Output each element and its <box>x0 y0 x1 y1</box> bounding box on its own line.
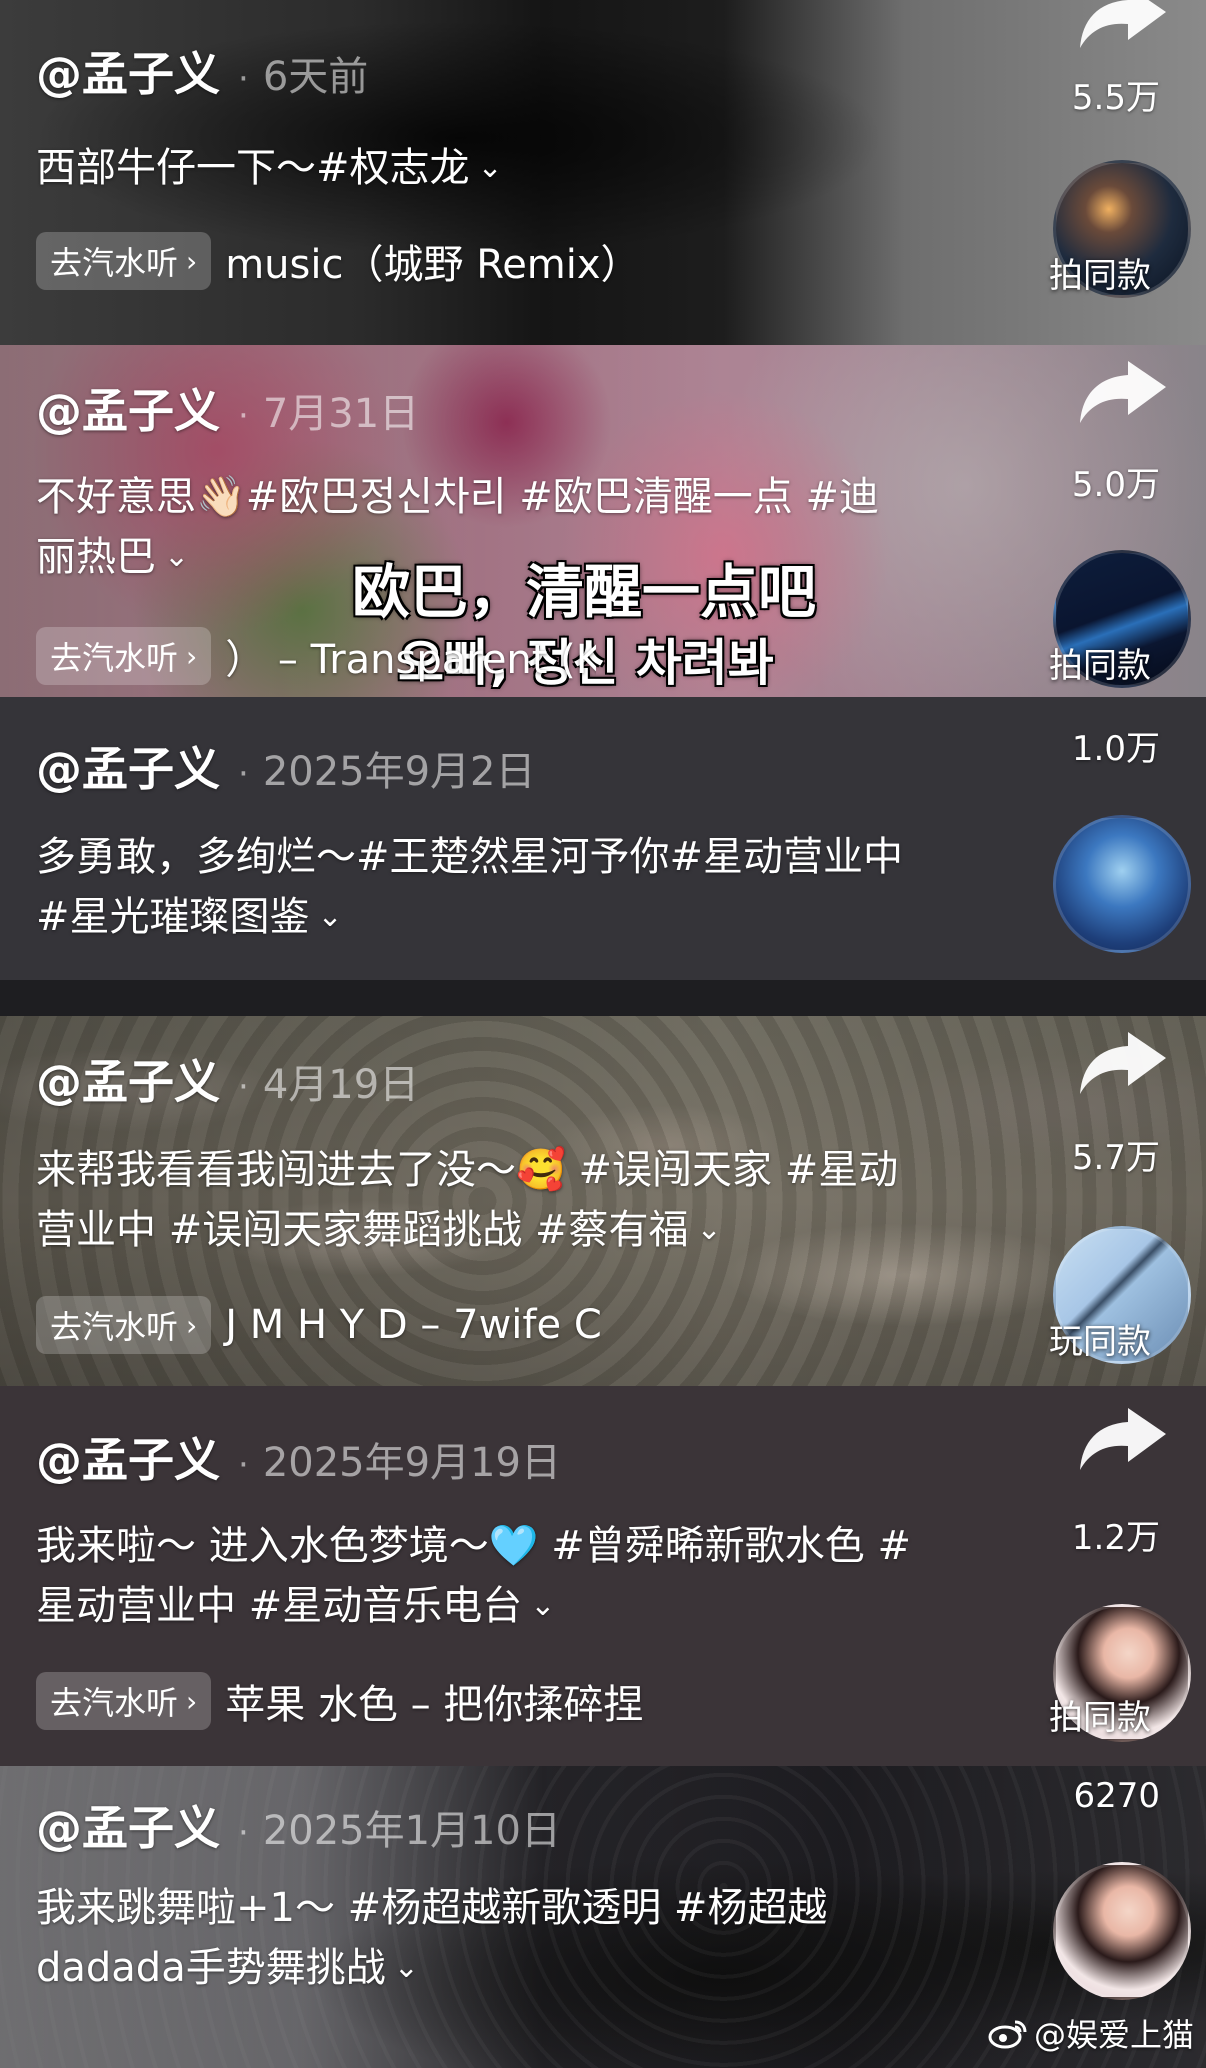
separator-dot: · <box>238 1067 249 1107</box>
post-header: @孟子义 · 2025年9月2日 <box>36 733 536 799</box>
music-thumbnail[interactable] <box>1053 1862 1191 2000</box>
post-caption[interactable]: 西部牛仔一下～#权志龙 ⌄ <box>36 138 916 198</box>
listen-button-label: 去汽水听 <box>50 1684 179 1722</box>
play-same-button[interactable]: 玩同款 <box>1020 1314 1180 1363</box>
post-caption[interactable]: 我来啦～ 进入水色梦境～🩵 #曾舜晞新歌水色 #星动营业中 #星动音乐电台 ⌄ <box>36 1516 916 1636</box>
post-card-2[interactable]: @孟子义 · 2025年9月2日 多勇敢，多绚烂～#王楚然星河予你#星动营业中#… <box>0 697 1206 980</box>
caption-text: 我来啦～ 进入水色梦境～🩵 #曾舜晞新歌水色 #星动营业中 #星动音乐电台 <box>36 1523 911 1629</box>
caption-text: 西部牛仔一下～#权志龙 <box>36 145 470 191</box>
make-same-button[interactable]: 拍同款 <box>1020 1690 1180 1739</box>
post-date: 2025年9月2日 <box>262 749 536 795</box>
music-row: 去汽水听 › music（城野 Remix） <box>36 232 756 290</box>
listen-button-label: 去汽水听 <box>50 244 179 282</box>
music-row: 去汽水听 › 苹果 水色 – 把你揉碎捏 <box>36 1672 756 1730</box>
listen-button-label: 去汽水听 <box>50 639 179 677</box>
post-date: 7月31日 <box>262 391 420 437</box>
music-title[interactable]: 苹果 水色 – 把你揉碎捏 <box>225 1672 643 1730</box>
caption-text: 来帮我看看我闯进去了没～🥰 #误闯天家 #星动营业中 #误闯天家舞蹈挑战 #蔡有… <box>36 1147 899 1253</box>
music-title[interactable]: ） – Transparent (Ko <box>225 627 596 685</box>
chevron-right-icon: › <box>186 1684 198 1718</box>
listen-on-qishui-button[interactable]: 去汽水听 › <box>36 1296 212 1354</box>
post-caption[interactable]: 多勇敢，多绚烂～#王楚然星河予你#星动营业中#星光璀璨图鉴 ⌄ <box>36 827 916 947</box>
weibo-logo-icon <box>988 2020 1027 2049</box>
post-date: 2025年9月19日 <box>262 1440 561 1486</box>
separator-dot: · <box>238 59 249 99</box>
video-subtitle-chinese: 欧巴，清醒一点吧 <box>352 558 817 626</box>
post-date: 4月19日 <box>262 1062 420 1108</box>
post-card-1[interactable]: @孟子义 · 7月31日 不好意思👋🏻#欧巴정신차리 #欧巴清醒一点 #迪丽热巴… <box>0 345 1206 697</box>
post-separator <box>0 980 1206 1016</box>
username[interactable]: @孟子义 <box>36 733 220 799</box>
music-title[interactable]: music（城野 Remix） <box>225 232 640 290</box>
chevron-down-icon[interactable]: ⌄ <box>164 527 189 587</box>
share-arrow-icon[interactable] <box>1076 357 1168 427</box>
chevron-down-icon[interactable]: ⌄ <box>530 1576 555 1636</box>
watermark-text: @娱爱上猫 <box>1033 2016 1194 2054</box>
share-arrow-icon[interactable] <box>1076 1028 1168 1098</box>
post-header: @孟子义 · 4月19日 <box>36 1046 419 1112</box>
post-header: @孟子义 · 2025年1月10日 <box>36 1792 561 1858</box>
post-card-4[interactable]: @孟子义 · 2025年9月19日 我来啦～ 进入水色梦境～🩵 #曾舜晞新歌水色… <box>0 1386 1206 1766</box>
music-title[interactable]: J M H Y D – 7wife C <box>225 1302 602 1348</box>
chevron-down-icon[interactable]: ⌄ <box>478 138 503 198</box>
listen-on-qishui-button[interactable]: 去汽水听 › <box>36 627 212 685</box>
chevron-right-icon: › <box>186 1308 198 1342</box>
post-caption[interactable]: 来帮我看看我闯进去了没～🥰 #误闯天家 #星动营业中 #误闯天家舞蹈挑战 #蔡有… <box>36 1140 916 1260</box>
watermark: @娱爱上猫 <box>988 2010 1194 2056</box>
post-caption[interactable]: 我来跳舞啦+1～ #杨超越新歌透明 #杨超越dadada手势舞挑战 ⌄ <box>36 1878 916 1998</box>
music-thumbnail[interactable] <box>1053 815 1191 953</box>
separator-dot: · <box>238 1813 249 1853</box>
share-arrow-icon[interactable] <box>1076 0 1168 52</box>
listen-on-qishui-button[interactable]: 去汽水听 › <box>36 232 212 290</box>
share-count: 1.2万 <box>1071 1518 1160 1558</box>
username[interactable]: @孟子义 <box>36 38 220 104</box>
make-same-button[interactable]: 拍同款 <box>1020 638 1180 687</box>
chevron-right-icon: › <box>186 639 198 673</box>
listen-on-qishui-button[interactable]: 去汽水听 › <box>36 1672 212 1730</box>
share-count: 5.5万 <box>1071 78 1160 118</box>
caption-text: 我来跳舞啦+1～ #杨超越新歌透明 #杨超越dadada手势舞挑战 <box>36 1885 828 1991</box>
listen-button-label: 去汽水听 <box>50 1308 179 1346</box>
separator-dot: · <box>238 754 249 794</box>
username[interactable]: @孟子义 <box>36 1792 220 1858</box>
separator-dot: · <box>238 1445 249 1485</box>
username[interactable]: @孟子义 <box>36 1046 220 1112</box>
share-arrow-icon[interactable] <box>1076 1404 1168 1474</box>
post-date: 6天前 <box>262 54 369 100</box>
post-date: 2025年1月10日 <box>262 1808 561 1854</box>
chevron-down-icon[interactable]: ⌄ <box>318 887 343 947</box>
post-card-3[interactable]: @孟子义 · 4月19日 来帮我看看我闯进去了没～🥰 #误闯天家 #星动营业中 … <box>0 1016 1206 1386</box>
chevron-down-icon[interactable]: ⌄ <box>394 1938 419 1998</box>
make-same-button[interactable]: 拍同款 <box>1020 248 1180 297</box>
post-card-0[interactable]: @孟子义 · 6天前 西部牛仔一下～#权志龙 ⌄ 去汽水听 › music（城野 R… <box>0 0 1206 345</box>
separator-dot: · <box>238 396 249 436</box>
post-header: @孟子义 · 7月31日 <box>36 375 419 441</box>
music-row: 去汽水听 › ） – Transparent (Ko <box>36 627 596 685</box>
post-header: @孟子义 · 2025年9月19日 <box>36 1424 561 1490</box>
username[interactable]: @孟子义 <box>36 375 220 441</box>
chevron-right-icon: › <box>186 244 198 278</box>
share-count: 1.0万 <box>1071 729 1160 769</box>
chevron-down-icon[interactable]: ⌄ <box>696 1200 721 1260</box>
username[interactable]: @孟子义 <box>36 1424 220 1490</box>
caption-text: 多勇敢，多绚烂～#王楚然星河予你#星动营业中#星光璀璨图鉴 <box>36 834 904 940</box>
music-row: 去汽水听 › J M H Y D – 7wife C <box>36 1296 756 1354</box>
post-header: @孟子义 · 6天前 <box>36 38 368 104</box>
share-count: 5.7万 <box>1071 1138 1160 1178</box>
share-count: 6270 <box>1073 1776 1160 1816</box>
share-count: 5.0万 <box>1071 465 1160 505</box>
